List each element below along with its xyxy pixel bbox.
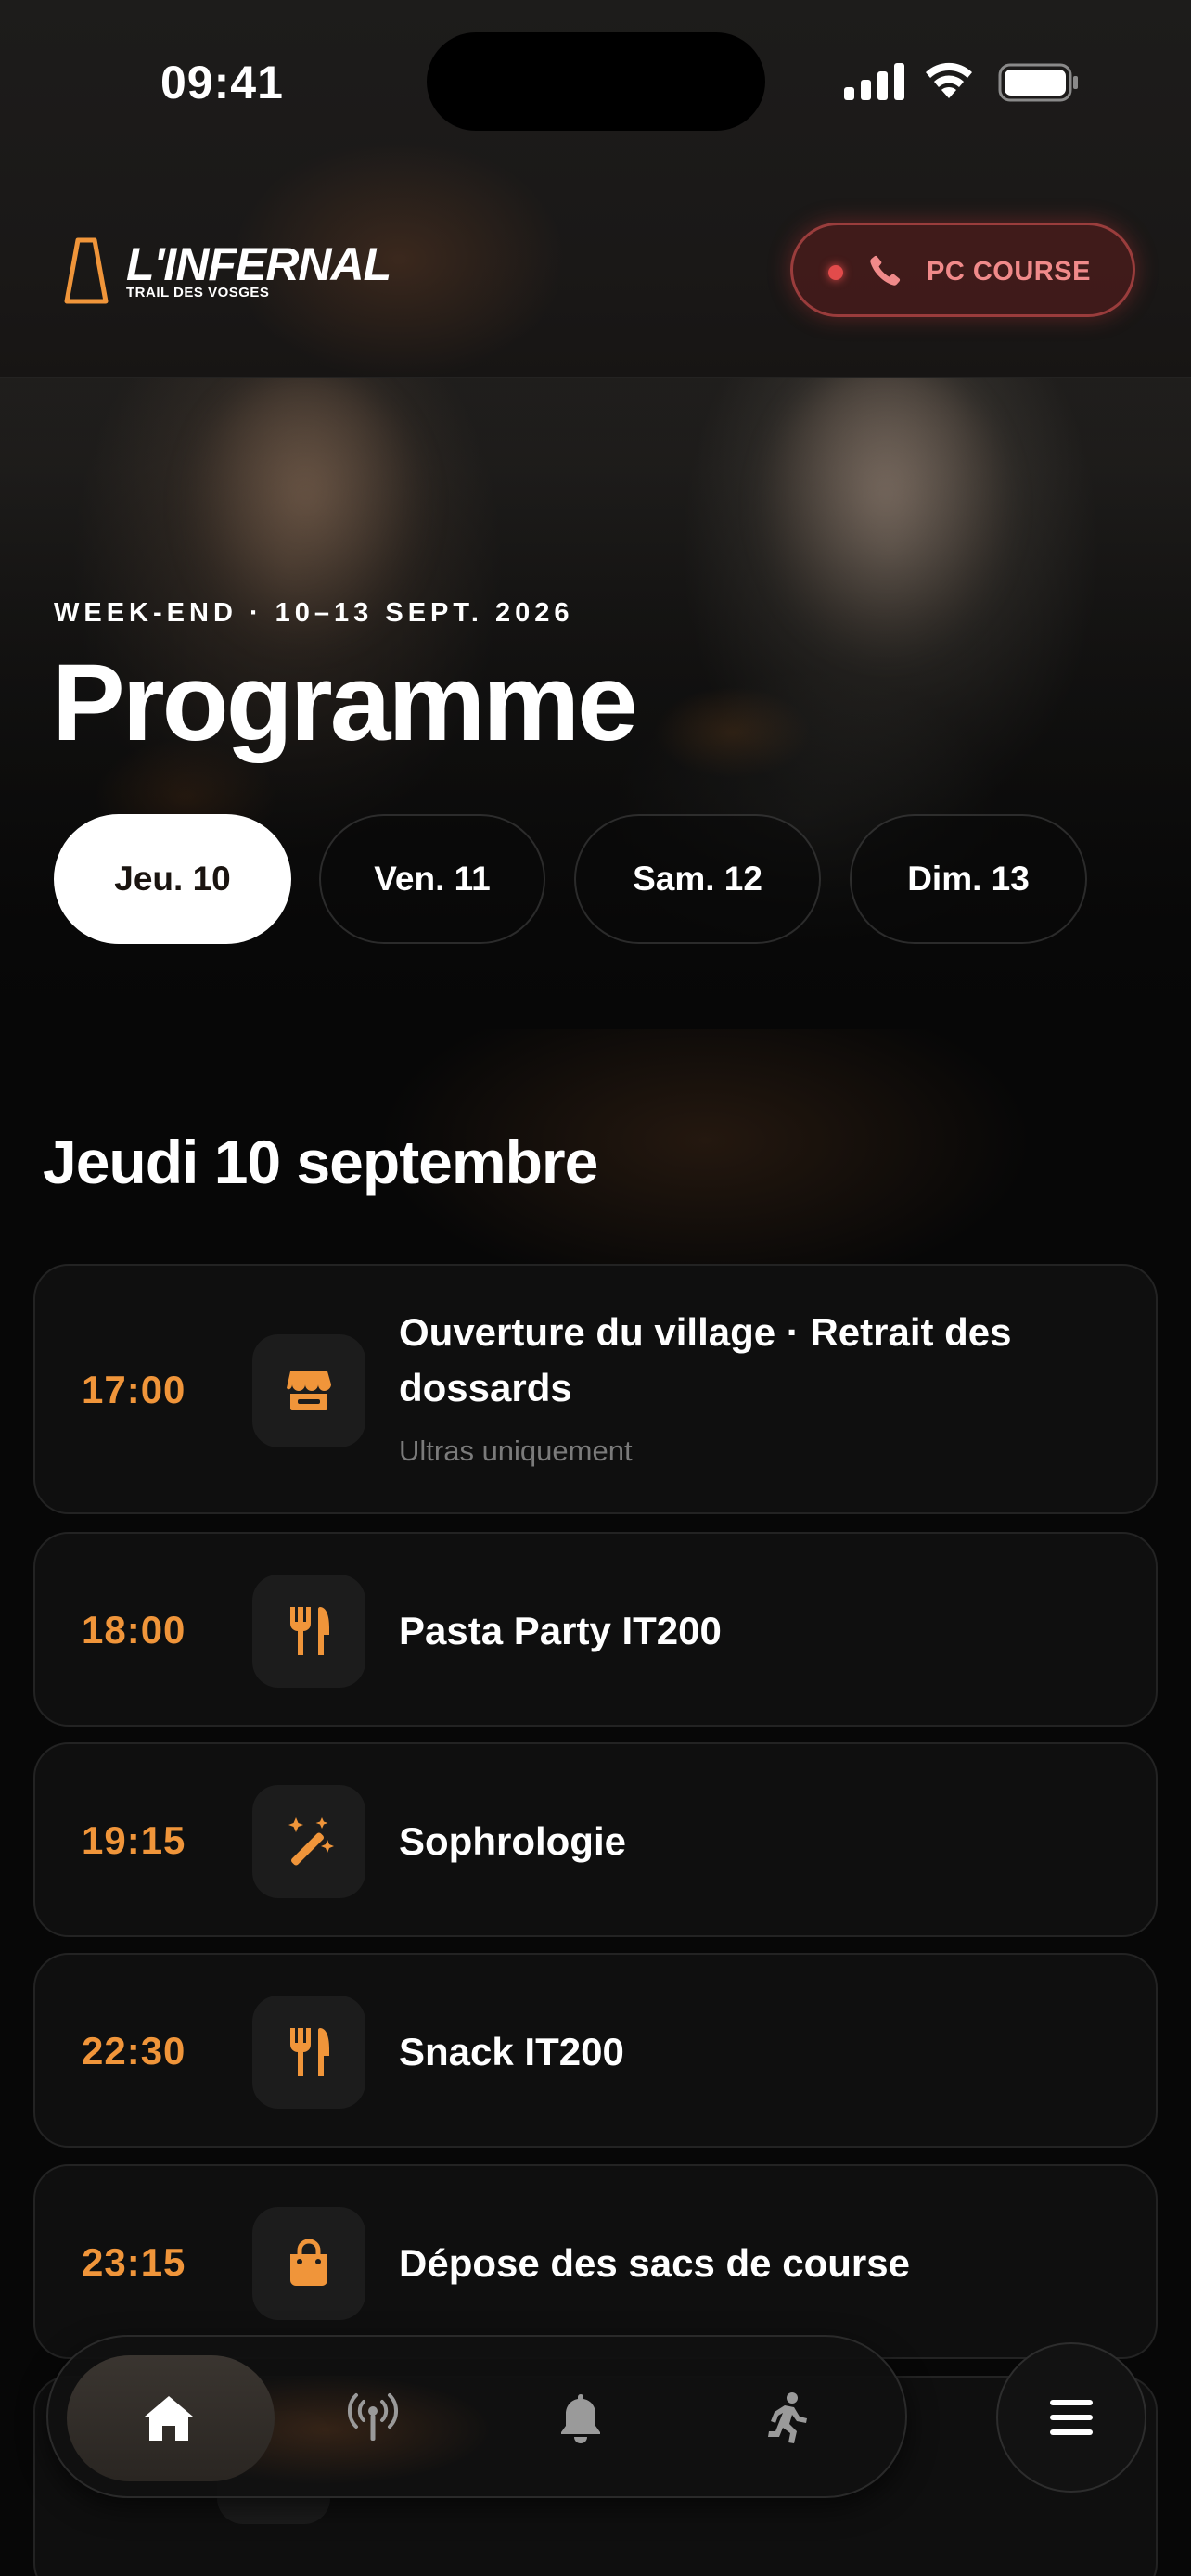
schedule-event[interactable]: 17:00 Ouverture du village · Retrait des… bbox=[33, 1264, 1158, 1514]
phone-icon bbox=[870, 255, 901, 286]
pc-course-button[interactable]: PC COURSE bbox=[790, 223, 1135, 317]
utensils-icon bbox=[252, 1996, 365, 2109]
event-time: 19:15 bbox=[82, 1818, 186, 1862]
event-time: 22:30 bbox=[82, 2029, 186, 2072]
schedule-event[interactable]: 23:15 Dépose des sacs de course bbox=[33, 2164, 1158, 2359]
menu-button[interactable] bbox=[996, 2342, 1146, 2493]
menu-icon bbox=[1050, 2400, 1093, 2435]
schedule-event[interactable]: 19:15 Sophrologie bbox=[33, 1742, 1158, 1937]
day-tab-ven-11[interactable]: Ven. 11 bbox=[319, 814, 545, 944]
bottom-tab-bar bbox=[46, 2335, 907, 2498]
schedule-event[interactable]: 18:00 Pasta Party IT200 bbox=[33, 1532, 1158, 1727]
day-tab-jeu-10[interactable]: Jeu. 10 bbox=[54, 814, 291, 944]
logo-tagline: TRAIL DES VOSGES bbox=[126, 285, 270, 300]
event-title: Snack IT200 bbox=[399, 2030, 624, 2073]
dynamic-island bbox=[427, 32, 765, 131]
magic-wand-icon bbox=[252, 1785, 365, 1898]
cellular-signal-icon bbox=[844, 63, 904, 100]
bell-icon[interactable] bbox=[553, 2391, 608, 2446]
live-status-dot bbox=[828, 265, 843, 280]
broadcast-icon[interactable] bbox=[345, 2391, 401, 2446]
home-icon[interactable] bbox=[141, 2391, 197, 2446]
day-tab-sam-12[interactable]: Sam. 12 bbox=[574, 814, 821, 944]
day-tab-dim-13[interactable]: Dim. 13 bbox=[850, 814, 1087, 944]
event-subtitle: Ultras uniquement bbox=[399, 1435, 633, 1467]
event-title: Pasta Party IT200 bbox=[399, 1609, 722, 1652]
battery-icon bbox=[998, 63, 1078, 102]
event-time: 17:00 bbox=[82, 1368, 186, 1411]
runner-icon[interactable] bbox=[759, 2391, 814, 2446]
event-title: Dépose des sacs de course bbox=[399, 2241, 910, 2285]
schedule-event[interactable]: 22:30 Snack IT200 bbox=[33, 1953, 1158, 2148]
event-time: 23:15 bbox=[82, 2240, 186, 2284]
bag-icon bbox=[252, 2207, 365, 2320]
page-title: Programme bbox=[52, 642, 638, 764]
wifi-icon bbox=[926, 62, 972, 98]
status-bar-time: 09:41 bbox=[160, 57, 284, 108]
logo-wordmark: L'INFERNAL bbox=[126, 238, 391, 290]
event-title: Ouverture du village · Retrait des dossa… bbox=[399, 1310, 1012, 1409]
store-icon bbox=[252, 1334, 365, 1447]
event-time: 18:00 bbox=[82, 1608, 186, 1651]
utensils-icon bbox=[252, 1575, 365, 1688]
schedule-day-heading: Jeudi 10 septembre bbox=[43, 1128, 598, 1196]
pc-course-label: PC COURSE bbox=[927, 257, 1091, 287]
event-title: Sophrologie bbox=[399, 1819, 626, 1863]
event-dates-eyebrow: WEEK-END · 10–13 SEPT. 2026 bbox=[54, 598, 574, 628]
